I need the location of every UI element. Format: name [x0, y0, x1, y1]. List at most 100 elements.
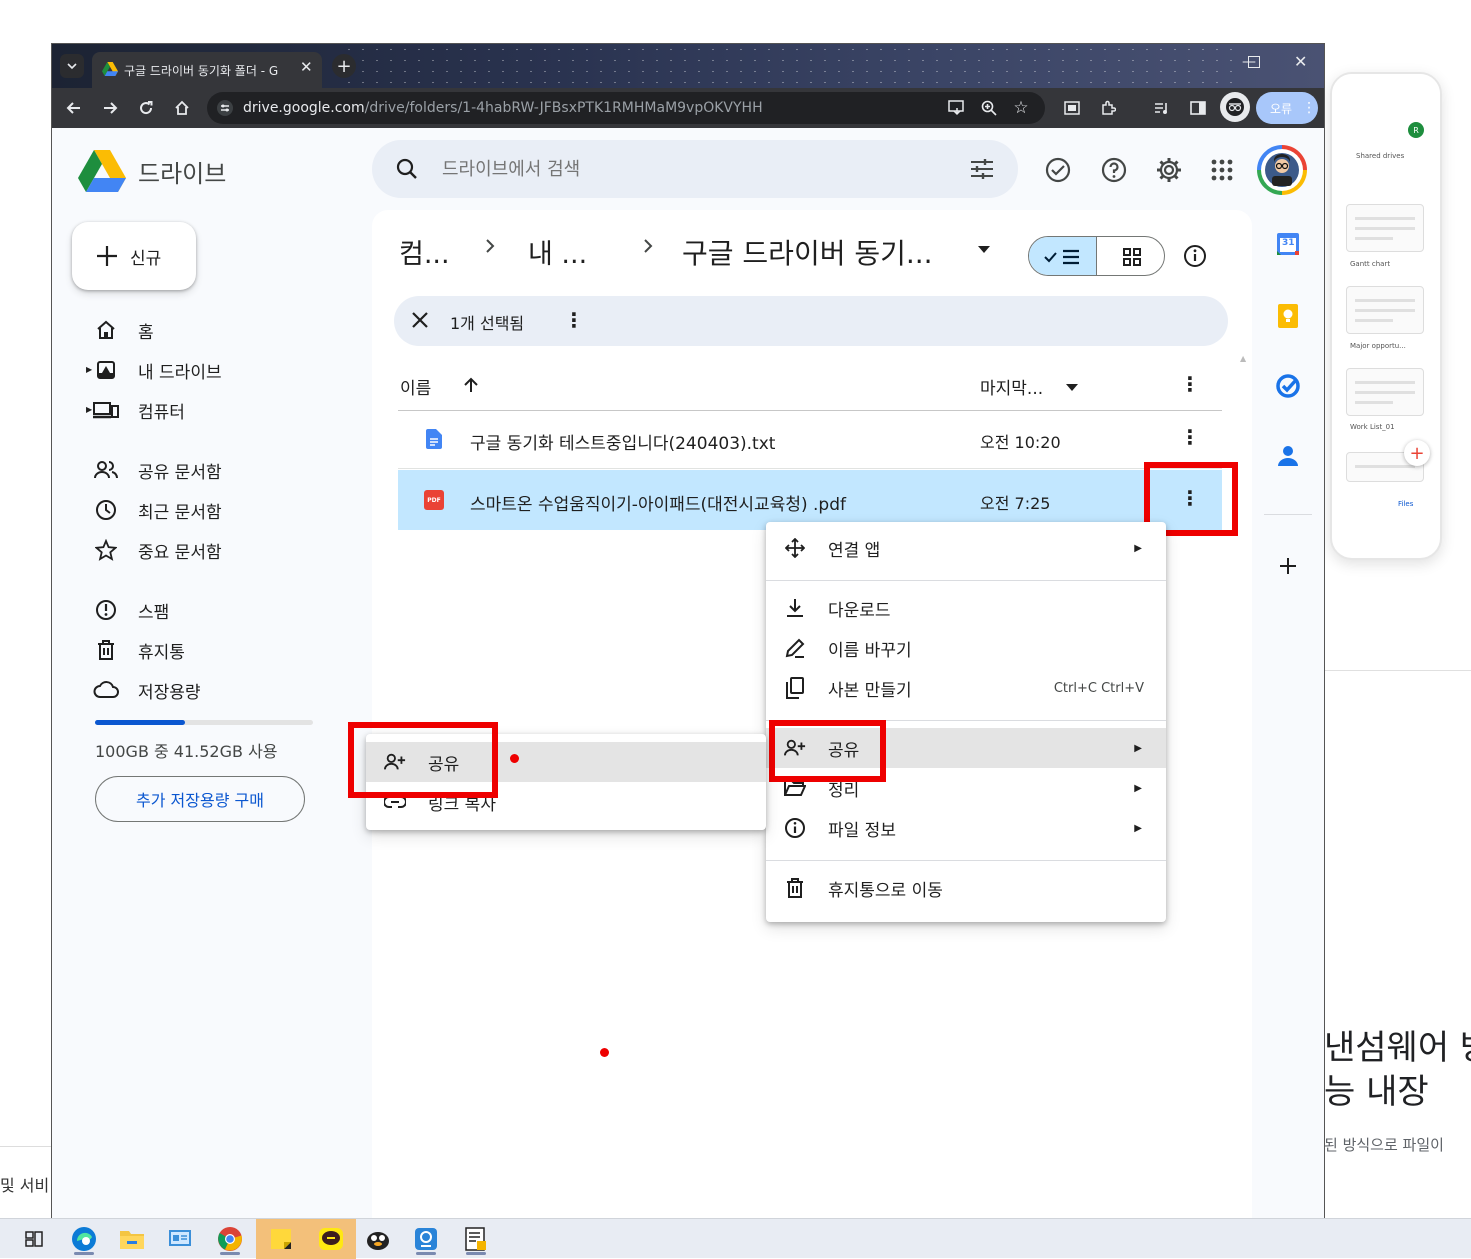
menu-item-download[interactable]: 다운로드 — [766, 588, 1166, 628]
pip-icon[interactable] — [1058, 94, 1086, 122]
url-path: /drive/folders/1-4habRW-JFBsxPTK1RMHMaM9… — [364, 100, 763, 116]
column-header-name[interactable]: 이름 — [400, 374, 431, 399]
offline-ready-icon[interactable] — [1044, 156, 1072, 184]
address-bar[interactable]: drive.google.com/drive/folders/1-4habRW-… — [207, 92, 1045, 124]
sidebar-item-label: 저장용량 — [138, 682, 201, 703]
column-header-modified[interactable]: 마지막... — [980, 374, 1043, 399]
maximize-icon[interactable] — [1248, 56, 1260, 68]
folder-dropdown-icon[interactable] — [978, 246, 990, 254]
messenger-app-icon[interactable] — [358, 1223, 398, 1255]
spam-icon — [96, 600, 116, 620]
home-browser-icon[interactable] — [168, 94, 196, 122]
plus-icon — [97, 246, 117, 266]
grid-view-button[interactable] — [1098, 237, 1164, 275]
account-avatar[interactable] — [1257, 145, 1307, 195]
sort-arrow-up-icon[interactable] — [462, 376, 480, 394]
extensions-icon[interactable] — [1094, 94, 1122, 122]
phone-item: Work List_01 — [1350, 423, 1395, 431]
sidebar-item-trash[interactable]: 휴지통 — [92, 633, 185, 667]
incognito-avatar-icon[interactable] — [1220, 92, 1250, 122]
table-row-selected[interactable]: PDF 스마트온 수업움직이기-아이패드(대전시교육청) .pdf 오전 7:2… — [398, 470, 1222, 530]
tab-search-button[interactable] — [60, 54, 84, 78]
menu-item-open-with[interactable]: 연결 앱 ▶ — [766, 528, 1166, 568]
menu-item-copy[interactable]: 사본 만들기 Ctrl+C Ctrl+V — [766, 668, 1166, 708]
tab-close-icon[interactable]: ✕ — [300, 58, 313, 76]
search-input[interactable] — [442, 154, 922, 184]
sidebar-item-my-drive[interactable]: 내 드라이브 — [92, 353, 222, 387]
browser-tab[interactable]: 구글 드라이버 동기화 폴더 - G ✕ — [92, 52, 322, 88]
menu-item-file-info[interactable]: 파일 정보 ▶ — [766, 808, 1166, 848]
scroll-up-icon[interactable]: ▲ — [1240, 354, 1246, 363]
clock-icon — [96, 500, 116, 520]
bg-subtext: 된 방식으로 파일이 — [1324, 1136, 1444, 1154]
settings-gear-icon[interactable] — [1155, 156, 1183, 184]
phone-mockup: R Shared drives Gantt chart Major opport… — [1330, 72, 1442, 560]
close-window-icon[interactable]: ✕ — [1294, 52, 1307, 71]
tasks-app-icon[interactable] — [1276, 374, 1300, 398]
sidebar-item-storage[interactable]: 저장용량 — [92, 673, 201, 707]
sidebar-item-spam[interactable]: 스팸 — [92, 593, 169, 627]
sidebar-item-shared[interactable]: 공유 문서함 — [92, 453, 222, 487]
contacts-app-icon[interactable] — [1278, 444, 1298, 468]
modified-dropdown-icon[interactable] — [1066, 384, 1078, 392]
clear-selection-icon[interactable] — [410, 310, 430, 330]
menu-item-trash[interactable]: 휴지통으로 이동 — [766, 868, 1166, 908]
education-app-icon[interactable] — [406, 1223, 446, 1255]
new-tab-button[interactable]: + — [332, 54, 356, 78]
help-icon[interactable] — [1100, 156, 1128, 184]
side-panel-icon[interactable] — [1184, 94, 1212, 122]
sidebar-item-label: 스팸 — [138, 602, 170, 623]
document-editor-icon[interactable] — [456, 1223, 496, 1255]
task-view-icon[interactable] — [14, 1223, 54, 1255]
bookmark-star-icon[interactable]: ☆ — [1007, 94, 1035, 122]
menu-item-label: 다운로드 — [828, 600, 891, 621]
annotation-dot — [510, 754, 519, 763]
taskbar — [0, 1218, 1471, 1259]
highlight-box-share — [769, 720, 886, 782]
profile-error-button[interactable]: 오류 ⋮ — [1256, 92, 1318, 124]
url-text[interactable]: drive.google.com/drive/folders/1-4habRW-… — [243, 100, 763, 116]
search-bar[interactable] — [372, 140, 1018, 198]
pencil-icon — [785, 638, 805, 658]
breadcrumb-computers[interactable]: 컴... — [399, 232, 450, 271]
breadcrumb-my-drive[interactable]: 내 ... — [528, 232, 587, 271]
media-control-icon[interactable] — [1148, 94, 1176, 122]
buy-storage-button[interactable]: 추가 저장용량 구매 — [95, 776, 305, 822]
details-info-icon[interactable] — [1183, 244, 1207, 268]
sidebar-item-home[interactable]: 홈 — [92, 313, 154, 347]
cast-icon[interactable] — [943, 94, 971, 122]
forward-icon[interactable] — [96, 94, 124, 122]
file-explorer-icon[interactable] — [112, 1223, 152, 1255]
chrome-browser-icon[interactable] — [210, 1223, 250, 1255]
list-view-button[interactable] — [1029, 237, 1097, 275]
storage-bar-fill — [95, 720, 186, 725]
calendar-app-icon[interactable]: 31 — [1276, 232, 1300, 256]
chevron-down-icon — [67, 63, 77, 70]
sidebar-item-recent[interactable]: 최근 문서함 — [92, 493, 222, 527]
control-panel-icon[interactable] — [160, 1223, 200, 1255]
breadcrumb-current-folder[interactable]: 구글 드라이버 동기... — [682, 232, 933, 272]
zoom-icon[interactable] — [975, 94, 1003, 122]
edge-browser-icon[interactable] — [64, 1223, 104, 1255]
kakaotalk-icon[interactable] — [311, 1223, 351, 1255]
add-addon-icon[interactable] — [1278, 556, 1298, 576]
apps-grid-icon[interactable] — [1210, 158, 1234, 182]
search-options-icon[interactable] — [970, 158, 994, 180]
menu-item-rename[interactable]: 이름 바꾸기 — [766, 628, 1166, 668]
back-icon[interactable] — [60, 94, 88, 122]
calendar-day: 31 — [1282, 238, 1295, 248]
keep-app-icon[interactable] — [1276, 304, 1300, 328]
reload-icon[interactable] — [132, 94, 160, 122]
sidebar-item-starred[interactable]: 중요 문서함 — [92, 533, 222, 567]
table-row[interactable]: 구글 동기화 테스트중입니다(240403).txt 오전 10:20 ⋮ — [398, 411, 1222, 469]
drive-logo[interactable] — [78, 150, 126, 192]
site-info-icon[interactable] — [217, 100, 233, 116]
new-button[interactable]: 신규 — [72, 222, 196, 290]
star-icon — [95, 539, 117, 561]
row-more-icon[interactable]: ⋮ — [1180, 425, 1200, 449]
column-more-icon[interactable]: ⋮ — [1180, 372, 1200, 396]
selection-more-icon[interactable]: ⋮ — [564, 308, 584, 332]
file-name: 스마트온 수업움직이기-아이패드(대전시교육청) .pdf — [470, 495, 846, 515]
sticky-notes-icon[interactable] — [261, 1223, 301, 1255]
sidebar-item-computers[interactable]: 컴퓨터 — [92, 393, 185, 427]
